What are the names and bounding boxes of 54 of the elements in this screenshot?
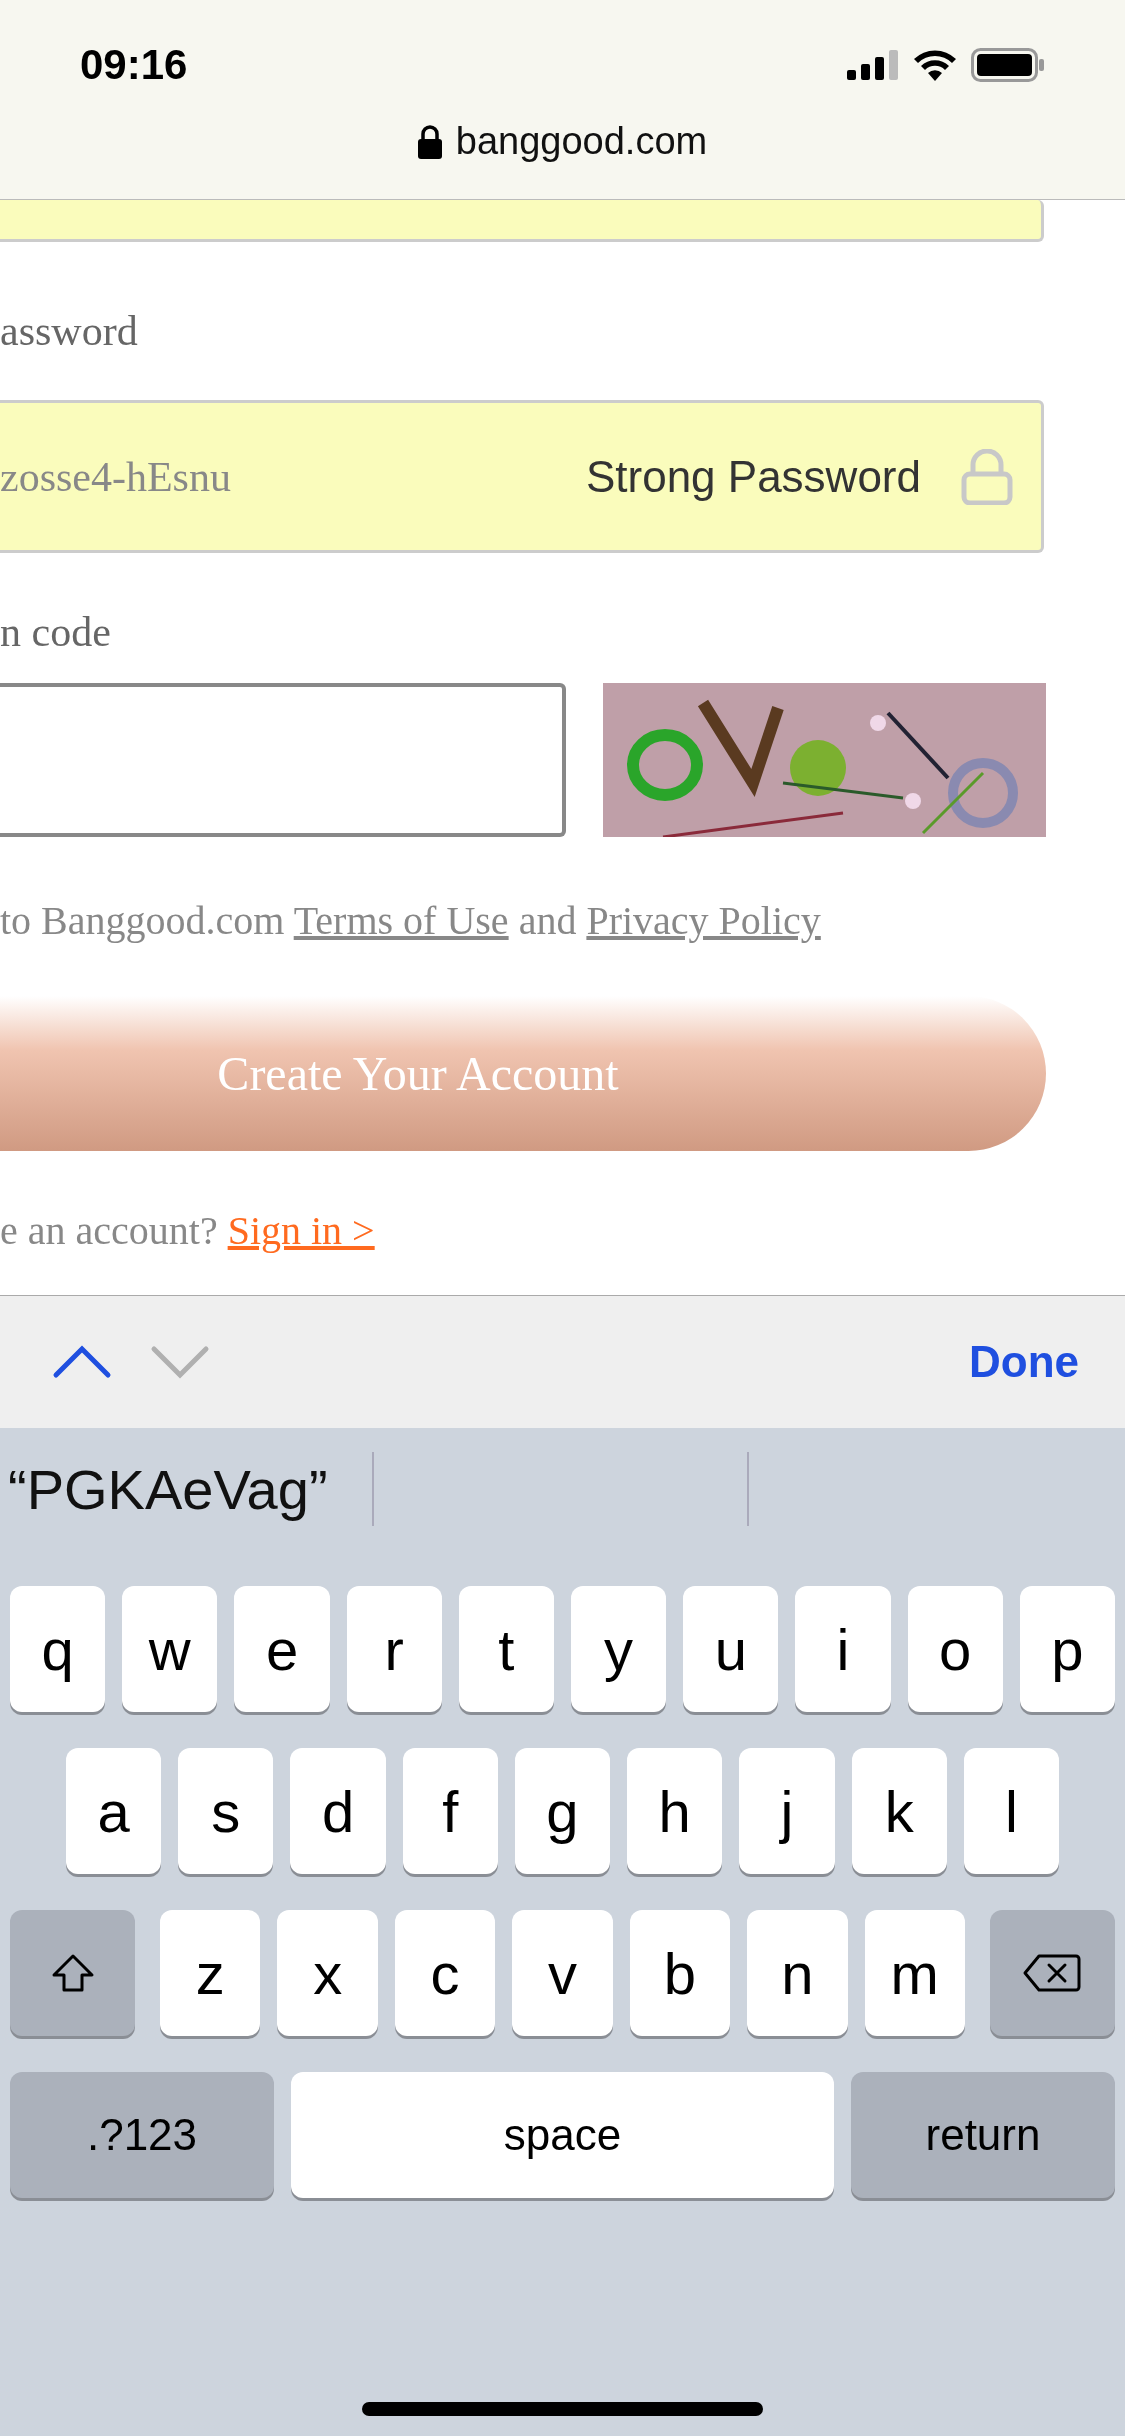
key[interactable]: q	[10, 1586, 106, 1712]
key[interactable]: y	[571, 1586, 667, 1712]
privacy-link[interactable]: Privacy Policy	[586, 898, 821, 943]
text-field[interactable]	[0, 200, 1044, 242]
key[interactable]: j	[739, 1748, 835, 1874]
terms-link[interactable]: Terms of Use	[293, 898, 509, 943]
key[interactable]: p	[1019, 1586, 1116, 1712]
space-key[interactable]: space	[291, 2072, 834, 2198]
return-key[interactable]: return	[851, 2072, 1115, 2198]
url-text[interactable]: banggood.com	[455, 120, 708, 163]
signal-icon	[847, 50, 899, 80]
terms-text: to Banggood.com Terms of Use and Privacy Policy	[0, 897, 822, 944]
key[interactable]: v	[512, 1910, 613, 2036]
key[interactable]: o	[907, 1586, 1003, 1712]
shift-key[interactable]	[10, 1910, 135, 2036]
key[interactable]: w	[122, 1586, 218, 1712]
key[interactable]: e	[234, 1586, 330, 1712]
key[interactable]: h	[627, 1748, 723, 1874]
key[interactable]: a	[66, 1748, 162, 1874]
key[interactable]: k	[851, 1748, 947, 1874]
lock-icon	[961, 448, 1013, 505]
signin-prompt: e an account? Sign in >	[0, 1207, 376, 1254]
field-label: n code	[0, 608, 112, 657]
key[interactable]: f	[402, 1748, 498, 1874]
password-hint: Strong Password	[585, 451, 921, 502]
shift-icon	[50, 1953, 95, 1993]
backspace-icon	[1023, 1954, 1082, 1992]
key[interactable]: i	[795, 1586, 891, 1712]
numbers-key[interactable]: .?123	[10, 2072, 274, 2198]
delete-key[interactable]	[989, 1910, 1115, 2036]
key[interactable]: t	[458, 1586, 554, 1712]
key[interactable]: m	[864, 1910, 965, 2036]
done-button[interactable]: Done	[969, 1337, 1079, 1387]
key[interactable]: c	[394, 1910, 496, 2036]
chevron-up-icon[interactable]	[52, 1345, 112, 1379]
code-field[interactable]	[0, 683, 566, 837]
key[interactable]: x	[277, 1910, 378, 2036]
key[interactable]: s	[178, 1748, 274, 1874]
key[interactable]: n	[747, 1910, 848, 2036]
password-value: zosse4-hEsnu	[0, 452, 232, 501]
key[interactable]: z	[160, 1910, 261, 2036]
lock-icon	[417, 124, 442, 159]
key[interactable]: d	[290, 1748, 386, 1874]
key[interactable]: g	[514, 1748, 611, 1874]
suggestion[interactable]: “PGKAeVag”	[0, 1456, 372, 1522]
field-label: assword	[0, 307, 139, 356]
status-time: 09:16	[80, 41, 189, 89]
battery-icon	[971, 48, 1045, 82]
key[interactable]: b	[629, 1910, 731, 2036]
wifi-icon	[913, 49, 957, 81]
key[interactable]: u	[683, 1586, 779, 1712]
password-field[interactable]: zosse4-hEsnu Strong Password	[0, 400, 1044, 553]
key[interactable]: l	[963, 1748, 1059, 1874]
key[interactable]: r	[346, 1586, 442, 1712]
